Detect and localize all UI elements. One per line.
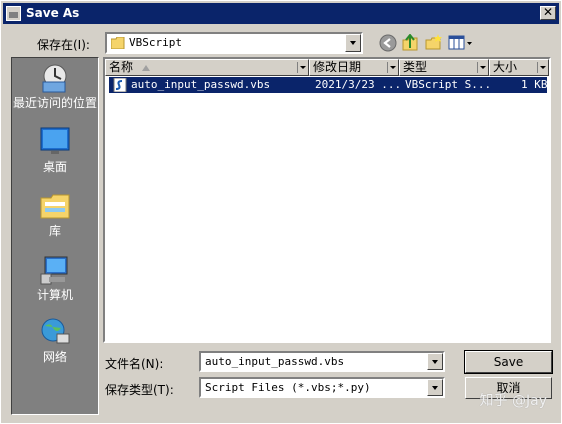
column-name-dropdown[interactable] xyxy=(297,62,307,73)
file-list[interactable]: 名称 修改日期 类型 大小 auto_input_passwd.vbs 2021… xyxy=(103,57,551,343)
back-icon[interactable] xyxy=(379,34,397,52)
recent-places-icon xyxy=(42,64,67,93)
place-label-recent: 最近访问的位置 xyxy=(12,96,97,110)
column-modified-label: 修改日期 xyxy=(313,60,362,74)
filename-value: auto_input_passwd.vbs xyxy=(205,355,345,368)
places-bar: 最近访问的位置 桌面 库 计算机 网络 xyxy=(11,57,99,415)
file-row[interactable]: auto_input_passwd.vbs 2021/3/23 ... VBSc… xyxy=(109,77,548,93)
window-title: Save As xyxy=(26,6,80,20)
place-recent[interactable]: 最近访问的位置 xyxy=(12,62,98,110)
location-combo[interactable]: VBScript xyxy=(105,32,363,54)
filetype-value: Script Files (*.vbs;*.py) xyxy=(205,381,371,394)
location-dropdown-button[interactable] xyxy=(345,34,361,52)
column-header-name[interactable]: 名称 xyxy=(105,59,309,76)
filename-label: 文件名(N): xyxy=(105,357,164,371)
filetype-select[interactable]: Script Files (*.vbs;*.py) xyxy=(199,377,445,398)
column-modified-dropdown[interactable] xyxy=(387,62,397,73)
title-bar[interactable]: Save As ✕ xyxy=(3,3,559,24)
view-menu-icon[interactable] xyxy=(448,34,474,52)
column-header-type[interactable]: 类型 xyxy=(399,59,489,76)
column-name-label: 名称 xyxy=(109,60,134,74)
file-type: VBScript S... xyxy=(405,78,492,91)
new-folder-icon[interactable] xyxy=(425,34,443,52)
up-folder-icon[interactable] xyxy=(401,34,419,52)
save-as-dialog: Save As ✕ 保存在(I): VBScript 最近访问的位置 桌面 库 … xyxy=(0,0,562,424)
file-name: auto_input_passwd.vbs xyxy=(131,78,271,91)
folder-icon xyxy=(111,37,125,49)
network-icon xyxy=(41,318,70,344)
desktop-icon xyxy=(40,127,70,154)
place-label-libraries: 库 xyxy=(48,224,61,238)
column-header-modified[interactable]: 修改日期 xyxy=(309,59,399,76)
location-value: VBScript xyxy=(129,36,182,49)
place-desktop[interactable]: 桌面 xyxy=(12,126,98,174)
filename-dropdown-button[interactable] xyxy=(427,353,443,370)
place-computer[interactable]: 计算机 xyxy=(12,254,98,302)
column-type-label: 类型 xyxy=(403,60,428,74)
watermark: 知乎 @Jay xyxy=(479,393,547,409)
column-type-dropdown[interactable] xyxy=(477,62,487,73)
place-label-network: 网络 xyxy=(42,350,67,364)
file-modified: 2021/3/23 ... xyxy=(315,78,402,91)
column-size-label: 大小 xyxy=(493,60,518,74)
file-size: 1 KB xyxy=(521,78,548,91)
column-size-dropdown[interactable] xyxy=(537,62,547,73)
libraries-icon xyxy=(40,194,70,219)
computer-icon xyxy=(40,256,68,285)
app-icon xyxy=(6,6,21,21)
place-network[interactable]: 网络 xyxy=(12,316,98,364)
filename-input[interactable]: auto_input_passwd.vbs xyxy=(199,351,445,372)
column-header-size[interactable]: 大小 xyxy=(489,59,549,76)
sort-ascending-icon xyxy=(142,65,150,71)
filetype-label: 保存类型(T): xyxy=(105,383,174,397)
save-button[interactable]: Save xyxy=(464,350,553,374)
place-label-desktop: 桌面 xyxy=(42,160,67,174)
location-label: 保存在(I): xyxy=(37,38,90,52)
close-button[interactable]: ✕ xyxy=(540,6,556,20)
place-libraries[interactable]: 库 xyxy=(12,190,98,238)
vbs-file-icon xyxy=(113,78,127,92)
filetype-dropdown-button[interactable] xyxy=(427,379,443,396)
place-label-computer: 计算机 xyxy=(36,288,73,302)
